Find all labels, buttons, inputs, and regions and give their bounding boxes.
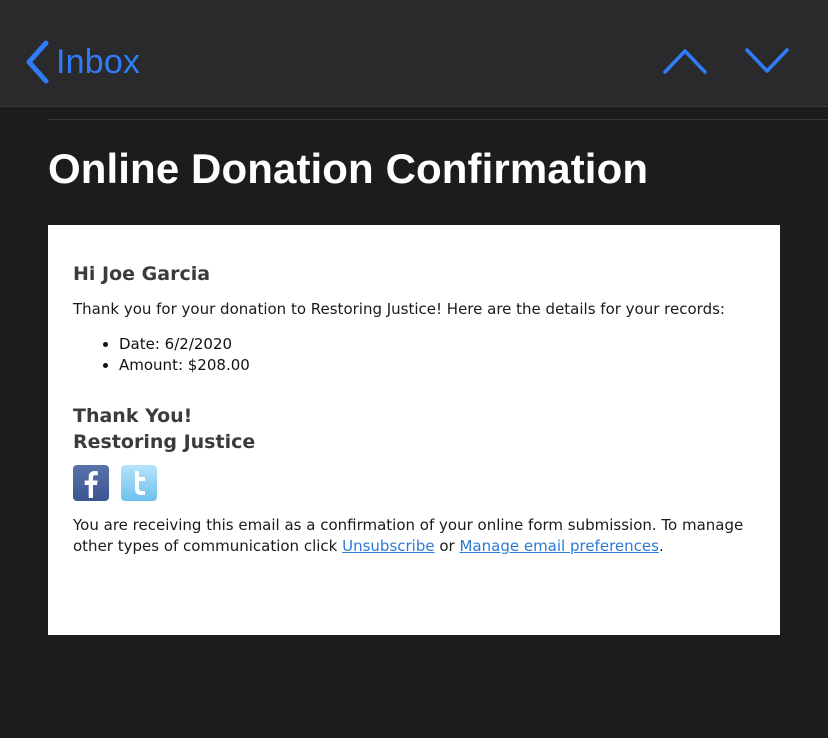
chevron-left-icon <box>26 40 49 84</box>
twitter-link[interactable] <box>121 465 157 501</box>
email-body: Hi Joe Garcia Thank you for your donatio… <box>48 225 780 635</box>
greeting: Hi Joe Garcia <box>73 263 211 285</box>
chevron-down-icon <box>745 48 789 73</box>
detail-amount: Amount: $208.00 <box>119 355 755 376</box>
previous-message-button[interactable] <box>663 46 707 76</box>
signoff-org: Restoring Justice <box>73 431 256 453</box>
social-links <box>73 465 755 501</box>
footer-text: You are receiving this email as a confir… <box>73 515 755 557</box>
back-to-inbox-button[interactable]: Inbox <box>24 40 140 84</box>
footer-or: or <box>434 537 460 555</box>
detail-date: Date: 6/2/2020 <box>119 334 755 355</box>
unsubscribe-link[interactable]: Unsubscribe <box>342 537 434 555</box>
header-divider <box>48 119 828 120</box>
donation-details: Date: 6/2/2020 Amount: $208.00 <box>73 334 755 376</box>
signoff-thanks: Thank You! <box>73 405 193 427</box>
facebook-link[interactable] <box>73 465 109 501</box>
manage-preferences-link[interactable]: Manage email preferences <box>459 537 658 555</box>
chevron-up-icon <box>663 49 707 74</box>
navigation-bar: Inbox <box>0 0 828 107</box>
signoff: Thank You! Restoring Justice <box>73 403 755 455</box>
facebook-icon <box>84 471 98 498</box>
next-message-button[interactable] <box>745 46 789 76</box>
email-subject: Online Donation Confirmation <box>48 145 649 192</box>
intro-text: Thank you for your donation to Restoring… <box>73 300 725 318</box>
twitter-icon <box>135 471 145 495</box>
back-label: Inbox <box>56 42 141 81</box>
footer-end: . <box>658 537 664 555</box>
